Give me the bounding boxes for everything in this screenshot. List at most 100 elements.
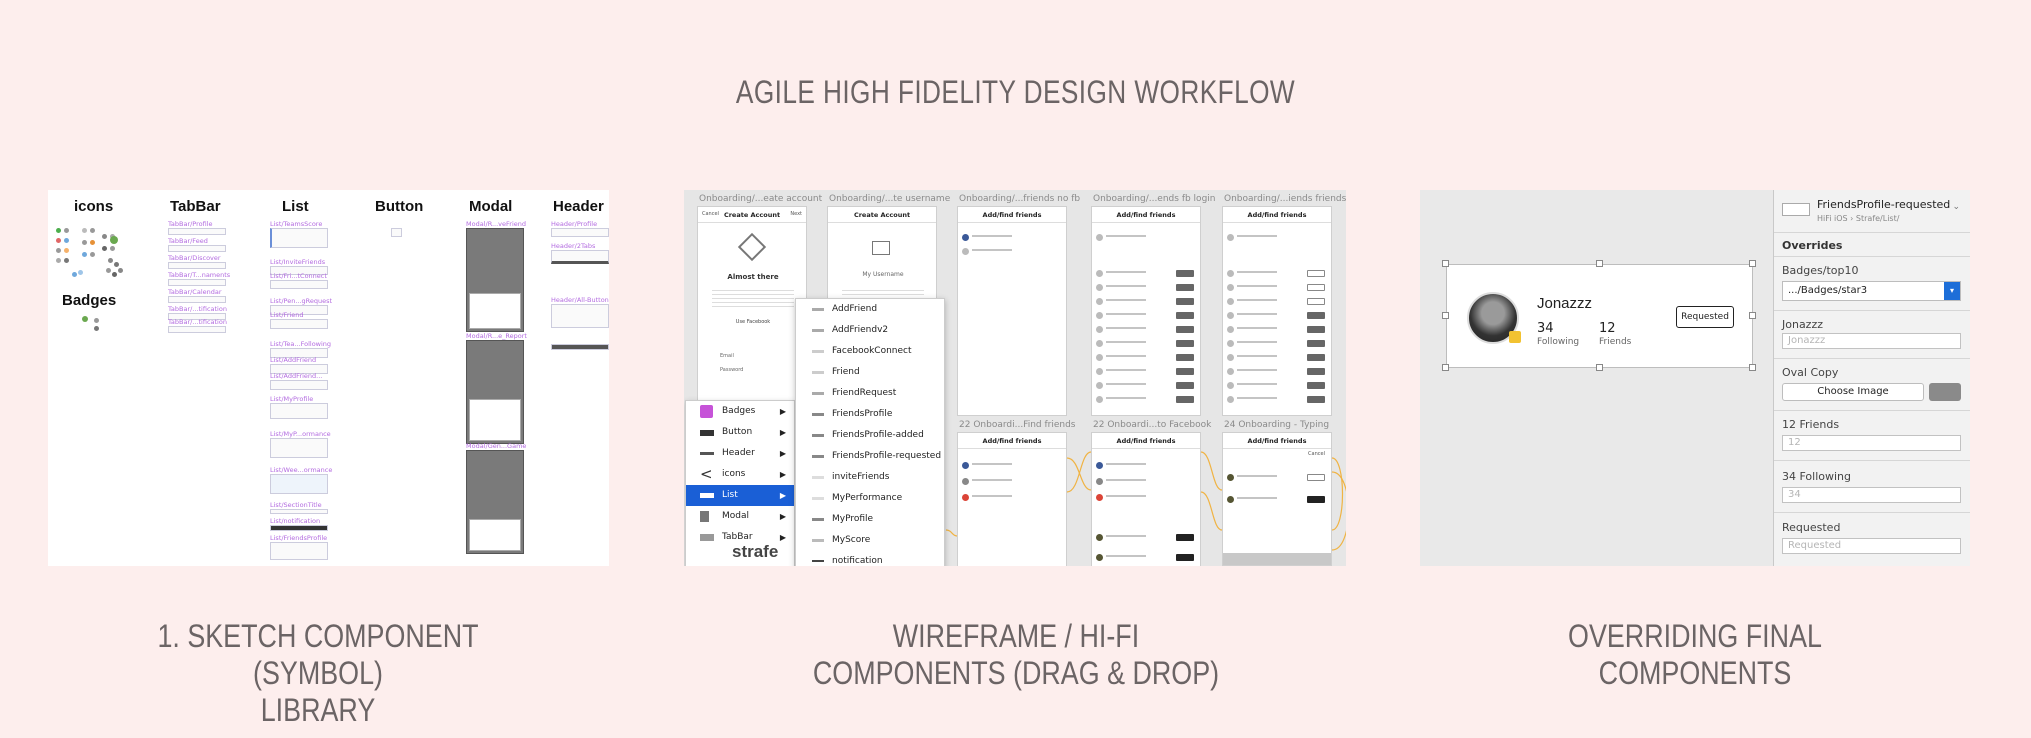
list-symbol-icon: [812, 539, 824, 542]
symbol-label: Modal/R...e_Report: [466, 332, 527, 340]
symbol-thumbnail-icon: [1782, 203, 1810, 216]
symbol-label: Header/2Tabs: [551, 242, 596, 250]
menu-item-label: List: [722, 490, 738, 500]
select-arrow-icon[interactable]: ▾: [1944, 282, 1960, 300]
symbol-label: Modal/Gen...Game: [466, 442, 527, 450]
following-label: Following: [1537, 337, 1580, 347]
submenu-item[interactable]: FriendsProfile: [796, 404, 944, 425]
selection-handle[interactable]: [1442, 260, 1449, 267]
symbol-label: List/SectionTitle: [270, 501, 322, 509]
menu-item-icons[interactable]: < icons ▶: [686, 464, 794, 485]
submenu-item[interactable]: notification: [796, 551, 944, 566]
menu-item-label: icons: [722, 469, 746, 479]
submenu-item[interactable]: MyPerformance: [796, 488, 944, 509]
list-thumb: [270, 380, 328, 390]
list-symbol-icon: [812, 434, 824, 437]
list-icon: [700, 493, 714, 498]
selection-handle[interactable]: [1596, 260, 1603, 267]
name-field[interactable]: Jonazzz: [1782, 333, 1961, 349]
following-count: 34: [1537, 321, 1554, 336]
submenu-item[interactable]: FriendsProfile-added: [796, 425, 944, 446]
selection-handle[interactable]: [1596, 364, 1603, 371]
selection-handle[interactable]: [1442, 312, 1449, 319]
modal-icon: [700, 511, 709, 522]
menu-item-label: Modal: [722, 511, 749, 521]
symbol-label: List/Tea...Following: [270, 340, 332, 348]
chevron-right-icon: ▶: [779, 533, 786, 542]
symbol-label: TabBar/...tification: [168, 318, 227, 326]
submenu-item-label: FriendsProfile: [832, 409, 893, 419]
modal-header: Modal: [469, 198, 513, 215]
menu-item-badges[interactable]: Badges ▶: [686, 401, 794, 422]
badges-header: Badges: [62, 292, 117, 309]
list-symbol-icon: [812, 308, 824, 311]
submenu-item[interactable]: MyProfile: [796, 509, 944, 530]
friends-field[interactable]: 12: [1782, 435, 1961, 451]
caption-2: WIREFRAME / HI-FI COMPONENTS (DRAG & DRO…: [762, 618, 1270, 692]
submenu-item-label: inviteFriends: [832, 472, 890, 482]
menu-item-button[interactable]: Button ▶: [686, 422, 794, 443]
requested-field[interactable]: Requested: [1782, 538, 1961, 554]
list-thumb: [270, 474, 328, 494]
menu-item-modal[interactable]: Modal ▶: [686, 506, 794, 527]
symbol-label: TabBar/Discover: [168, 254, 221, 262]
tabbar-header: TabBar: [170, 198, 221, 215]
list-thumb: [270, 319, 328, 329]
header-thumb: [551, 304, 609, 328]
symbol-path: HiFi iOS › Strafe/List/: [1817, 214, 1900, 223]
selection-handle[interactable]: [1749, 312, 1756, 319]
symbol-label: List/TeamsScore: [270, 220, 323, 228]
header-icon: [700, 452, 714, 455]
list-thumb: [270, 280, 328, 289]
header-header: Header: [553, 198, 604, 215]
symbol-label: List/MyP...ormance: [270, 430, 331, 438]
friends-count: 12: [1599, 321, 1616, 336]
symbol-label: TabBar/...tification: [168, 305, 227, 313]
tabbar-thumb: [168, 262, 226, 269]
modal-thumb: [466, 228, 524, 332]
friends-label: 12 Friends: [1782, 418, 1840, 431]
inspector-panel: FriendsProfile-requested HiFi iOS › Stra…: [1773, 190, 1970, 566]
menu-item-list[interactable]: List ▶: [686, 485, 794, 506]
submenu-item[interactable]: FriendsProfile-requested: [796, 446, 944, 467]
chevron-left-icon: <: [700, 465, 713, 483]
submenu-item[interactable]: MyScore: [796, 530, 944, 551]
friends-label: Friends: [1599, 337, 1632, 347]
friends-profile-card[interactable]: Jonazzz 34 Following 12 Friends Requeste…: [1446, 264, 1753, 368]
selection-handle[interactable]: [1749, 260, 1756, 267]
badge-select[interactable]: .../Badges/star3 ▾: [1782, 281, 1961, 301]
button-header: Button: [375, 198, 424, 215]
symbol-list-submenu: AddFriend AddFriendv2 FacebookConnect Fr…: [795, 298, 945, 566]
list-symbol-icon: [812, 497, 824, 500]
badge-select-value: .../Badges/star3: [1788, 285, 1868, 296]
submenu-item-label: FriendsProfile-requested: [832, 451, 942, 461]
button-icon: [700, 430, 714, 436]
selection-handle[interactable]: [1442, 364, 1449, 371]
caption-1-line1: 1. SKETCH COMPONENT (SYMBOL): [157, 618, 479, 691]
symbol-label: TabBar/Feed: [168, 237, 208, 245]
chevron-down-icon[interactable]: ⌄: [1952, 202, 1960, 212]
submenu-item-label: MyProfile: [832, 514, 874, 524]
choose-image-button[interactable]: Choose Image: [1782, 383, 1924, 401]
submenu-item[interactable]: FriendRequest: [796, 383, 944, 404]
symbol-name[interactable]: FriendsProfile-requested: [1817, 198, 1950, 211]
submenu-item[interactable]: AddFriendv2: [796, 320, 944, 341]
submenu-item[interactable]: inviteFriends: [796, 467, 944, 488]
divider: [1774, 310, 1970, 311]
following-field[interactable]: 34: [1782, 487, 1961, 503]
submenu-item[interactable]: AddFriend: [796, 299, 944, 320]
background-text: strafe: [732, 542, 779, 561]
selection-handle[interactable]: [1749, 364, 1756, 371]
submenu-item[interactable]: FacebookConnect: [796, 341, 944, 362]
chevron-right-icon: ▶: [779, 470, 786, 479]
badge-icon: [94, 318, 99, 323]
list-symbol-icon: [812, 329, 824, 332]
image-thumbnail[interactable]: [1929, 383, 1961, 401]
symbol-label: List/Fri...tConnect: [270, 272, 327, 280]
profile-name: Jonazzz: [1537, 295, 1593, 312]
menu-item-header[interactable]: Header ▶: [686, 443, 794, 464]
menu-item-label: Header: [722, 448, 755, 458]
requested-button[interactable]: Requested: [1676, 306, 1734, 328]
following-label: 34 Following: [1782, 470, 1852, 483]
submenu-item[interactable]: Friend: [796, 362, 944, 383]
